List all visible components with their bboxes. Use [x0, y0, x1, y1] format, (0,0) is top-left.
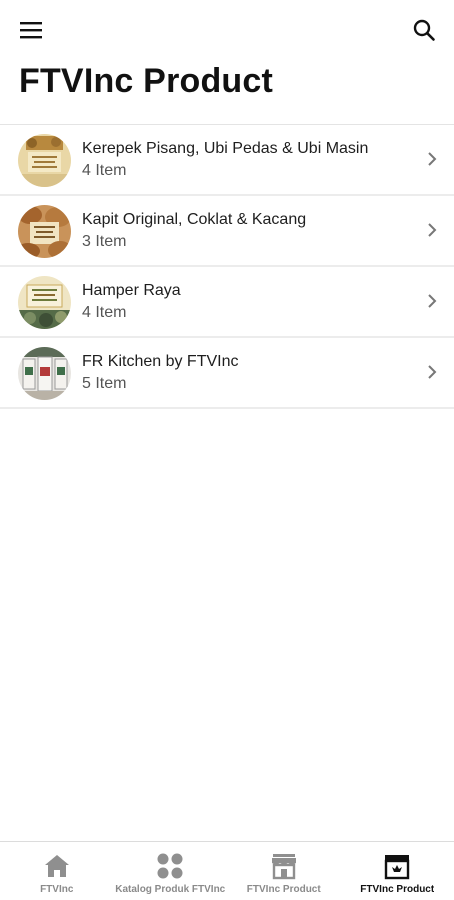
- bottom-navigation: FTVInc Katalog Produk FTVInc FTVInc Prod…: [0, 841, 454, 900]
- chevron-right-icon: [428, 152, 437, 166]
- hamburger-menu-icon[interactable]: [12, 10, 52, 50]
- store-icon: [269, 851, 299, 881]
- chevron-right-icon: [428, 365, 437, 379]
- category-title: Kapit Original, Coklat & Kacang: [82, 211, 307, 228]
- category-list: Kerepek Pisang, Ubi Pedas & Ubi Masin 4 …: [0, 124, 454, 409]
- category-thumbnail: [18, 276, 71, 329]
- category-item-count: 5 Item: [82, 375, 127, 392]
- category-thumbnail: [18, 347, 71, 400]
- top-app-bar: [0, 0, 454, 60]
- chevron-right-icon: [428, 223, 437, 237]
- category-item-count: 3 Item: [82, 233, 127, 250]
- category-thumbnail: [18, 205, 71, 258]
- category-title: Kerepek Pisang, Ubi Pedas & Ubi Masin: [82, 140, 369, 157]
- nav-item-ftvinc[interactable]: FTVInc: [0, 842, 114, 900]
- category-row[interactable]: Hamper Raya 4 Item: [0, 267, 454, 338]
- category-thumbnail: [18, 134, 71, 187]
- category-item-count: 4 Item: [82, 162, 127, 179]
- category-item-count: 4 Item: [82, 304, 127, 321]
- chevron-right-icon: [428, 294, 437, 308]
- nav-label: FTVInc Product: [246, 884, 321, 895]
- nav-item-product[interactable]: FTVInc Product: [227, 842, 341, 900]
- grid-dots-icon: [155, 851, 185, 881]
- category-row[interactable]: FR Kitchen by FTVInc 5 Item: [0, 338, 454, 409]
- nav-label: Katalog Produk FTVInc: [115, 884, 226, 895]
- category-row[interactable]: Kapit Original, Coklat & Kacang 3 Item: [0, 196, 454, 267]
- nav-item-katalog[interactable]: Katalog Produk FTVInc: [114, 842, 228, 900]
- nav-item-product-active[interactable]: FTVInc Product: [341, 842, 454, 900]
- category-title: Hamper Raya: [82, 282, 181, 299]
- nav-label: FTVInc Product: [360, 884, 435, 895]
- search-icon[interactable]: [404, 10, 444, 50]
- category-row[interactable]: Kerepek Pisang, Ubi Pedas & Ubi Masin 4 …: [0, 125, 454, 196]
- page-title: FTVInc Product: [19, 62, 274, 100]
- home-icon: [42, 851, 72, 881]
- category-title: FR Kitchen by FTVInc: [82, 353, 239, 370]
- store-icon: [382, 851, 412, 881]
- nav-label: FTVInc: [40, 884, 74, 895]
